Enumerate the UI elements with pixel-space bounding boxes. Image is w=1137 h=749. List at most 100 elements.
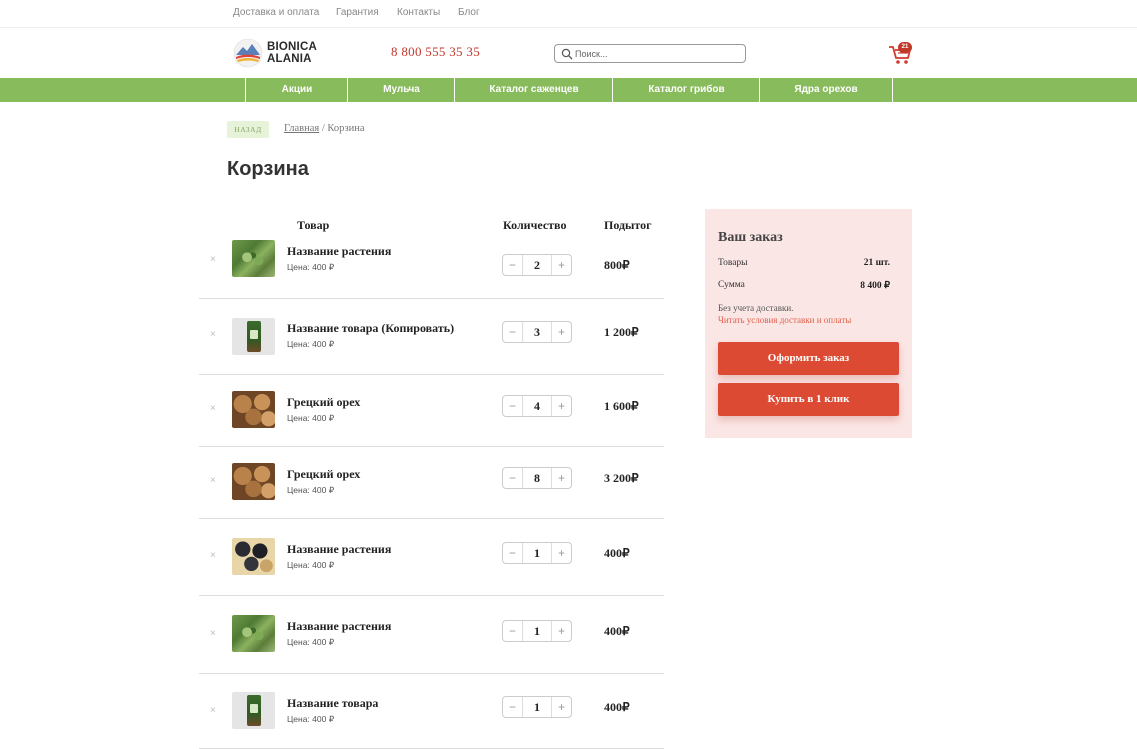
cart-row: × Название растения Цена: 400 ₽ − 1 + 40… bbox=[199, 596, 664, 674]
nav-item-seedlings[interactable]: Каталог саженцев bbox=[454, 78, 613, 102]
product-name[interactable]: Название растения bbox=[287, 244, 391, 259]
qty-value[interactable]: 8 bbox=[523, 468, 551, 488]
delivery-terms-link[interactable]: Читать условия доставки и оплаты bbox=[718, 315, 851, 325]
qty-value[interactable]: 1 bbox=[523, 543, 551, 563]
main-nav: Акции Мульча Каталог саженцев Каталог гр… bbox=[0, 78, 1137, 102]
cart-row: × Название растения Цена: 400 ₽ − 1 + 40… bbox=[199, 519, 664, 596]
search-input[interactable] bbox=[575, 46, 743, 61]
product-price: Цена: 400 ₽ bbox=[287, 485, 335, 495]
product-name[interactable]: Грецкий орех bbox=[287, 467, 360, 482]
remove-item-button[interactable]: × bbox=[210, 628, 216, 639]
nav-item-nut-kernels[interactable]: Ядра орехов bbox=[759, 78, 892, 102]
qty-value[interactable]: 1 bbox=[523, 697, 551, 717]
back-button[interactable]: НАЗАД bbox=[227, 121, 269, 138]
remove-item-button[interactable]: × bbox=[210, 550, 216, 561]
increase-qty-button[interactable]: + bbox=[551, 322, 571, 342]
top-link-blog[interactable]: Блог bbox=[458, 7, 480, 18]
increase-qty-button[interactable]: + bbox=[551, 468, 571, 488]
phone-number[interactable]: 8 800 555 35 35 bbox=[391, 44, 480, 60]
quantity-stepper: − 1 + bbox=[502, 696, 572, 718]
decrease-qty-button[interactable]: − bbox=[503, 322, 523, 342]
product-price: Цена: 400 ₽ bbox=[287, 637, 335, 647]
cart-row: × Название товара Цена: 400 ₽ − 1 + 400₽ bbox=[199, 674, 664, 749]
one-click-buy-button[interactable]: Купить в 1 клик bbox=[718, 383, 899, 416]
qty-value[interactable]: 2 bbox=[523, 255, 551, 275]
increase-qty-button[interactable]: + bbox=[551, 396, 571, 416]
decrease-qty-button[interactable]: − bbox=[503, 468, 523, 488]
product-thumbnail[interactable] bbox=[232, 240, 275, 277]
row-subtotal: 400₽ bbox=[604, 700, 630, 714]
qty-value[interactable]: 3 bbox=[523, 322, 551, 342]
remove-item-button[interactable]: × bbox=[210, 705, 216, 716]
product-price: Цена: 400 ₽ bbox=[287, 262, 335, 272]
increase-qty-button[interactable]: + bbox=[551, 255, 571, 275]
product-thumbnail[interactable] bbox=[232, 318, 275, 355]
summary-items-value: 21 шт. bbox=[863, 258, 890, 268]
remove-item-button[interactable]: × bbox=[210, 329, 216, 340]
remove-item-button[interactable]: × bbox=[210, 254, 216, 265]
product-thumbnail[interactable] bbox=[232, 463, 275, 500]
order-summary: Ваш заказ Товары 21 шт. Сумма 8 400 ₽ Бе… bbox=[705, 209, 912, 438]
top-link-delivery[interactable]: Доставка и оплата bbox=[233, 7, 319, 18]
increase-qty-button[interactable]: + bbox=[551, 543, 571, 563]
nav-divider bbox=[892, 78, 893, 102]
remove-item-button[interactable]: × bbox=[210, 403, 216, 414]
quantity-stepper: − 1 + bbox=[502, 542, 572, 564]
breadcrumb-home[interactable]: Главная bbox=[284, 123, 319, 134]
top-link-contacts[interactable]: Контакты bbox=[397, 7, 440, 18]
qty-value[interactable]: 4 bbox=[523, 396, 551, 416]
logo-icon bbox=[233, 38, 263, 68]
nav-item-promotions[interactable]: Акции bbox=[245, 78, 348, 102]
quantity-stepper: − 3 + bbox=[502, 321, 572, 343]
summary-sum-label: Сумма bbox=[718, 280, 745, 290]
logo-line-1: BIONICA bbox=[267, 41, 317, 53]
qty-value[interactable]: 1 bbox=[523, 621, 551, 641]
product-name[interactable]: Название товара (Копировать) bbox=[287, 321, 454, 336]
quantity-stepper: − 8 + bbox=[502, 467, 572, 489]
summary-items-label: Товары bbox=[718, 258, 748, 268]
product-thumbnail[interactable] bbox=[232, 391, 275, 428]
cart-row: × Название товара (Копировать) Цена: 400… bbox=[199, 299, 664, 375]
cart-count-badge: 21 bbox=[898, 42, 912, 53]
quantity-stepper: − 4 + bbox=[502, 395, 572, 417]
decrease-qty-button[interactable]: − bbox=[503, 255, 523, 275]
product-thumbnail[interactable] bbox=[232, 538, 275, 575]
product-name[interactable]: Название растения bbox=[287, 542, 391, 557]
header-product: Товар bbox=[297, 218, 330, 232]
product-price: Цена: 400 ₽ bbox=[287, 413, 335, 423]
search-box[interactable] bbox=[554, 44, 746, 63]
nav-item-mushrooms[interactable]: Каталог грибов bbox=[612, 78, 760, 102]
remove-item-button[interactable]: × bbox=[210, 475, 216, 486]
checkout-button[interactable]: Оформить заказ bbox=[718, 342, 899, 375]
delivery-note: Без учета доставки. bbox=[718, 303, 794, 313]
summary-sum-value: 8 400 ₽ bbox=[860, 281, 890, 291]
nav-item-mulch[interactable]: Мульча bbox=[347, 78, 455, 102]
product-name[interactable]: Название товара bbox=[287, 696, 378, 711]
decrease-qty-button[interactable]: − bbox=[503, 543, 523, 563]
row-subtotal: 800₽ bbox=[604, 258, 630, 272]
product-thumbnail[interactable] bbox=[232, 615, 275, 652]
logo-text: BIONICA ALANIA bbox=[267, 41, 317, 65]
row-subtotal: 400₽ bbox=[604, 546, 630, 560]
decrease-qty-button[interactable]: − bbox=[503, 396, 523, 416]
decrease-qty-button[interactable]: − bbox=[503, 621, 523, 641]
top-link-guarantee[interactable]: Гарантия bbox=[336, 7, 379, 18]
product-name[interactable]: Грецкий орех bbox=[287, 395, 360, 410]
header-quantity: Количество bbox=[503, 218, 567, 232]
quantity-stepper: − 1 + bbox=[502, 620, 572, 642]
search-icon bbox=[561, 48, 573, 60]
increase-qty-button[interactable]: + bbox=[551, 621, 571, 641]
cart-row: × Название растения Цена: 400 ₽ − 2 + 80… bbox=[199, 232, 664, 299]
summary-title: Ваш заказ bbox=[718, 230, 783, 245]
increase-qty-button[interactable]: + bbox=[551, 697, 571, 717]
cart-row: × Грецкий орех Цена: 400 ₽ − 8 + 3 200₽ bbox=[199, 447, 664, 519]
row-subtotal: 400₽ bbox=[604, 624, 630, 638]
product-thumbnail[interactable] bbox=[232, 692, 275, 729]
site-header: BIONICA ALANIA 8 800 555 35 35 21 bbox=[0, 28, 1137, 78]
logo[interactable]: BIONICA ALANIA bbox=[233, 38, 333, 68]
row-subtotal: 1 600₽ bbox=[604, 399, 639, 413]
product-name[interactable]: Название растения bbox=[287, 619, 391, 634]
decrease-qty-button[interactable]: − bbox=[503, 697, 523, 717]
header-subtotal: Подытог bbox=[604, 218, 652, 232]
page-title: Корзина bbox=[227, 158, 309, 180]
